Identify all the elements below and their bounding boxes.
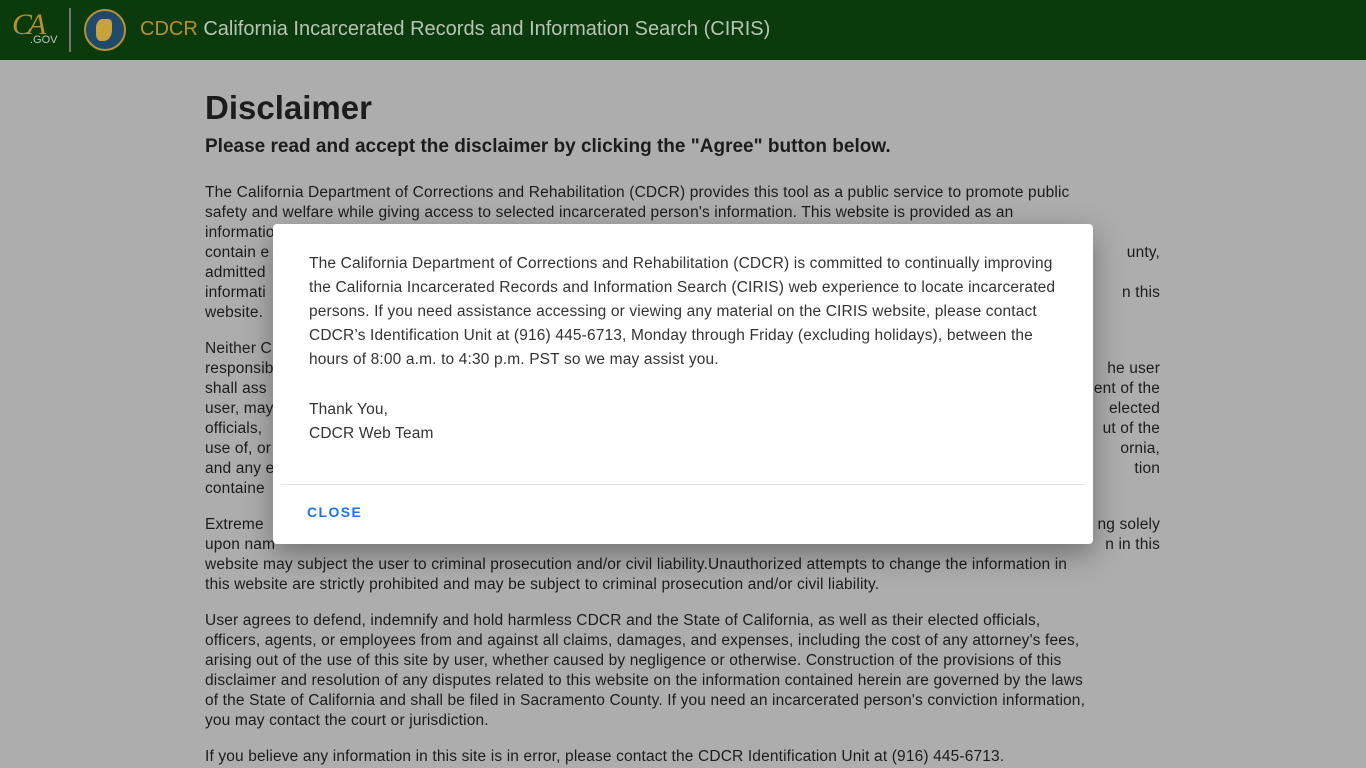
paragraph-line: of the State of California and shall be …	[205, 691, 1160, 711]
line-text: elected	[1108, 400, 1160, 417]
line-text: ut of the	[1102, 420, 1160, 437]
line-text: If you believe any information in this s…	[205, 748, 1005, 765]
line-text: ornia,	[1120, 440, 1160, 457]
line-text: user, may	[205, 400, 274, 417]
app-title: California Incarcerated Records and Info…	[203, 18, 771, 40]
dialog-signature: CDCR Web Team	[309, 425, 434, 442]
close-button[interactable]: CLOSE	[295, 498, 374, 526]
line-text: of the State of California and shall be …	[205, 692, 1086, 709]
paragraph-line: safety and welfare while giving access t…	[205, 203, 1160, 223]
site-header: CA .GOV CDCR California Incarcerated Reco…	[0, 0, 1366, 60]
line-text: ng solely	[1097, 516, 1160, 533]
line-text: website.	[205, 304, 264, 321]
line-text: containe	[205, 480, 265, 497]
paragraph-line: you may contact the court or jurisdictio…	[205, 711, 1160, 731]
ca-gov-logo[interactable]: CA .GOV	[12, 8, 58, 48]
line-text: arising out of the use of this site by u…	[205, 652, 1062, 669]
line-text: Neither C	[205, 340, 272, 357]
paragraph-line: User agrees to defend, indemnify and hol…	[205, 611, 1160, 631]
line-text: informati	[205, 284, 266, 301]
paragraph-line: The California Department of Corrections…	[205, 183, 1160, 203]
line-text: officers, agents, or employees from and …	[205, 632, 1080, 649]
line-text: unty,	[1126, 244, 1160, 261]
line-text: officials,	[205, 420, 263, 437]
line-text: you may contact the court or jurisdictio…	[205, 712, 489, 729]
line-text: use of, or	[205, 440, 272, 457]
line-text: upon nam	[205, 536, 276, 553]
line-text: disclaimer and resolution of any dispute…	[205, 672, 1083, 689]
paragraph-line: officers, agents, or employees from and …	[205, 631, 1160, 651]
line-text: contain e	[205, 244, 270, 261]
paragraph-line: If you believe any information in this s…	[205, 747, 1160, 767]
paragraph-line: arising out of the use of this site by u…	[205, 651, 1160, 671]
dialog-signoff: Thank You,	[309, 401, 389, 418]
line-text: n in this	[1105, 536, 1160, 553]
disclaimer-paragraph: User agrees to defend, indemnify and hol…	[205, 611, 1160, 731]
header-divider	[69, 8, 71, 52]
line-text: admitted	[205, 264, 266, 281]
site-title: CDCR California Incarcerated Records and…	[140, 18, 770, 41]
page-title: Disclaimer	[205, 89, 372, 126]
line-text: ent of the	[1093, 380, 1160, 397]
line-text: n this	[1122, 284, 1160, 301]
line-text: he user	[1107, 360, 1160, 377]
line-text: website may subject the user to criminal…	[205, 556, 1068, 573]
dialog-divider	[281, 484, 1085, 485]
brand-name: CDCR	[140, 18, 198, 40]
line-text: tion	[1134, 460, 1160, 477]
line-text: User agrees to defend, indemnify and hol…	[205, 612, 1041, 629]
cdcr-seal-logo	[84, 9, 126, 51]
paragraph-line: website may subject the user to criminal…	[205, 555, 1160, 575]
line-text: Extreme	[205, 516, 264, 533]
paragraph-line: this website are strictly prohibited and…	[205, 575, 1160, 595]
line-text: shall ass	[205, 380, 267, 397]
line-text: responsib	[205, 360, 274, 377]
page-subtitle: Please read and accept the disclaimer by…	[205, 136, 891, 157]
info-dialog: The California Department of Corrections…	[273, 224, 1093, 544]
paragraph-line: disclaimer and resolution of any dispute…	[205, 671, 1160, 691]
line-text: The California Department of Corrections…	[205, 184, 1070, 201]
disclaimer-paragraph: If you believe any information in this s…	[205, 747, 1160, 767]
line-text: this website are strictly prohibited and…	[205, 576, 880, 593]
line-text: and any e	[205, 460, 275, 477]
line-text: safety and welfare while giving access t…	[205, 204, 1014, 221]
dialog-message: The California Department of Corrections…	[309, 255, 1056, 368]
